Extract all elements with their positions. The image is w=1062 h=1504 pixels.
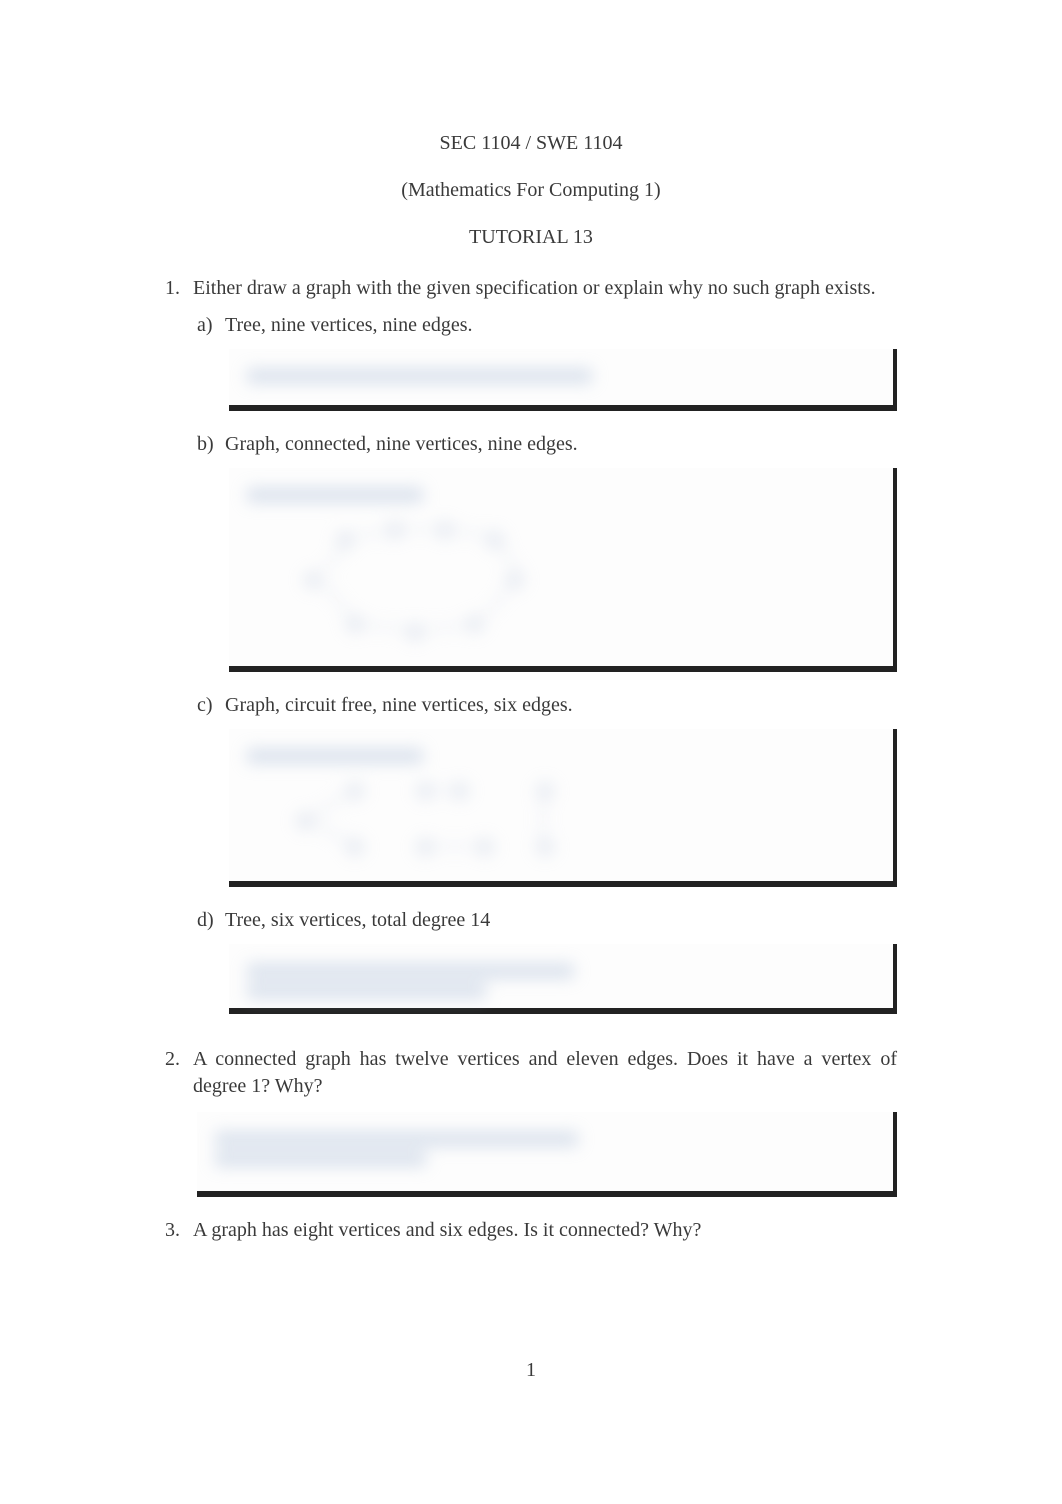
course-subtitle: (Mathematics For Computing 1) — [165, 177, 897, 204]
q1a: a) Tree, nine vertices, nine edges. — [197, 312, 897, 339]
q1d-text: Tree, six vertices, total degree 14 — [225, 907, 897, 934]
answer-box-a — [229, 349, 897, 411]
hidden-answer-c — [229, 729, 893, 881]
course-code: SEC 1104 / SWE 1104 — [165, 130, 897, 157]
cycle-graph-sketch — [277, 514, 537, 644]
question-3: 3. A graph has eight vertices and six ed… — [165, 1217, 897, 1244]
answer-box-c — [229, 729, 897, 887]
q2-number: 2. — [165, 1046, 193, 1100]
q2-text: A connected graph has twelve vertices an… — [193, 1046, 897, 1100]
hidden-answer-d — [229, 944, 893, 1018]
q3-text: A graph has eight vertices and six edges… — [193, 1217, 897, 1244]
q1d-label: d) — [197, 907, 225, 934]
q1d: d) Tree, six vertices, total degree 14 — [197, 907, 897, 934]
q1c: c) Graph, circuit free, nine vertices, s… — [197, 692, 897, 719]
answer-box-d — [229, 944, 897, 1014]
q1c-label: c) — [197, 692, 225, 719]
hidden-answer-b — [229, 468, 893, 666]
q1b-text: Graph, connected, nine vertices, nine ed… — [225, 431, 897, 458]
hidden-answer-a — [229, 349, 893, 403]
page: SEC 1104 / SWE 1104 (Mathematics For Com… — [0, 0, 1062, 1244]
q1c-text: Graph, circuit free, nine vertices, six … — [225, 692, 897, 719]
q1a-text: Tree, nine vertices, nine edges. — [225, 312, 897, 339]
answer-box-b — [229, 468, 897, 672]
answer-box-2 — [197, 1112, 897, 1197]
tutorial-number: TUTORIAL 13 — [165, 224, 897, 251]
forest-graph-sketch — [277, 773, 597, 863]
q3-number: 3. — [165, 1217, 193, 1244]
hidden-answer-2 — [197, 1112, 893, 1186]
q1-text: Either draw a graph with the given speci… — [193, 275, 897, 1034]
q1b: b) Graph, connected, nine vertices, nine… — [197, 431, 897, 458]
question-1: 1. Either draw a graph with the given sp… — [165, 275, 897, 1034]
page-number: 1 — [0, 1359, 1062, 1382]
question-2: 2. A connected graph has twelve vertices… — [165, 1046, 897, 1100]
q1a-label: a) — [197, 312, 225, 339]
q1-number: 1. — [165, 275, 193, 1034]
q1b-label: b) — [197, 431, 225, 458]
